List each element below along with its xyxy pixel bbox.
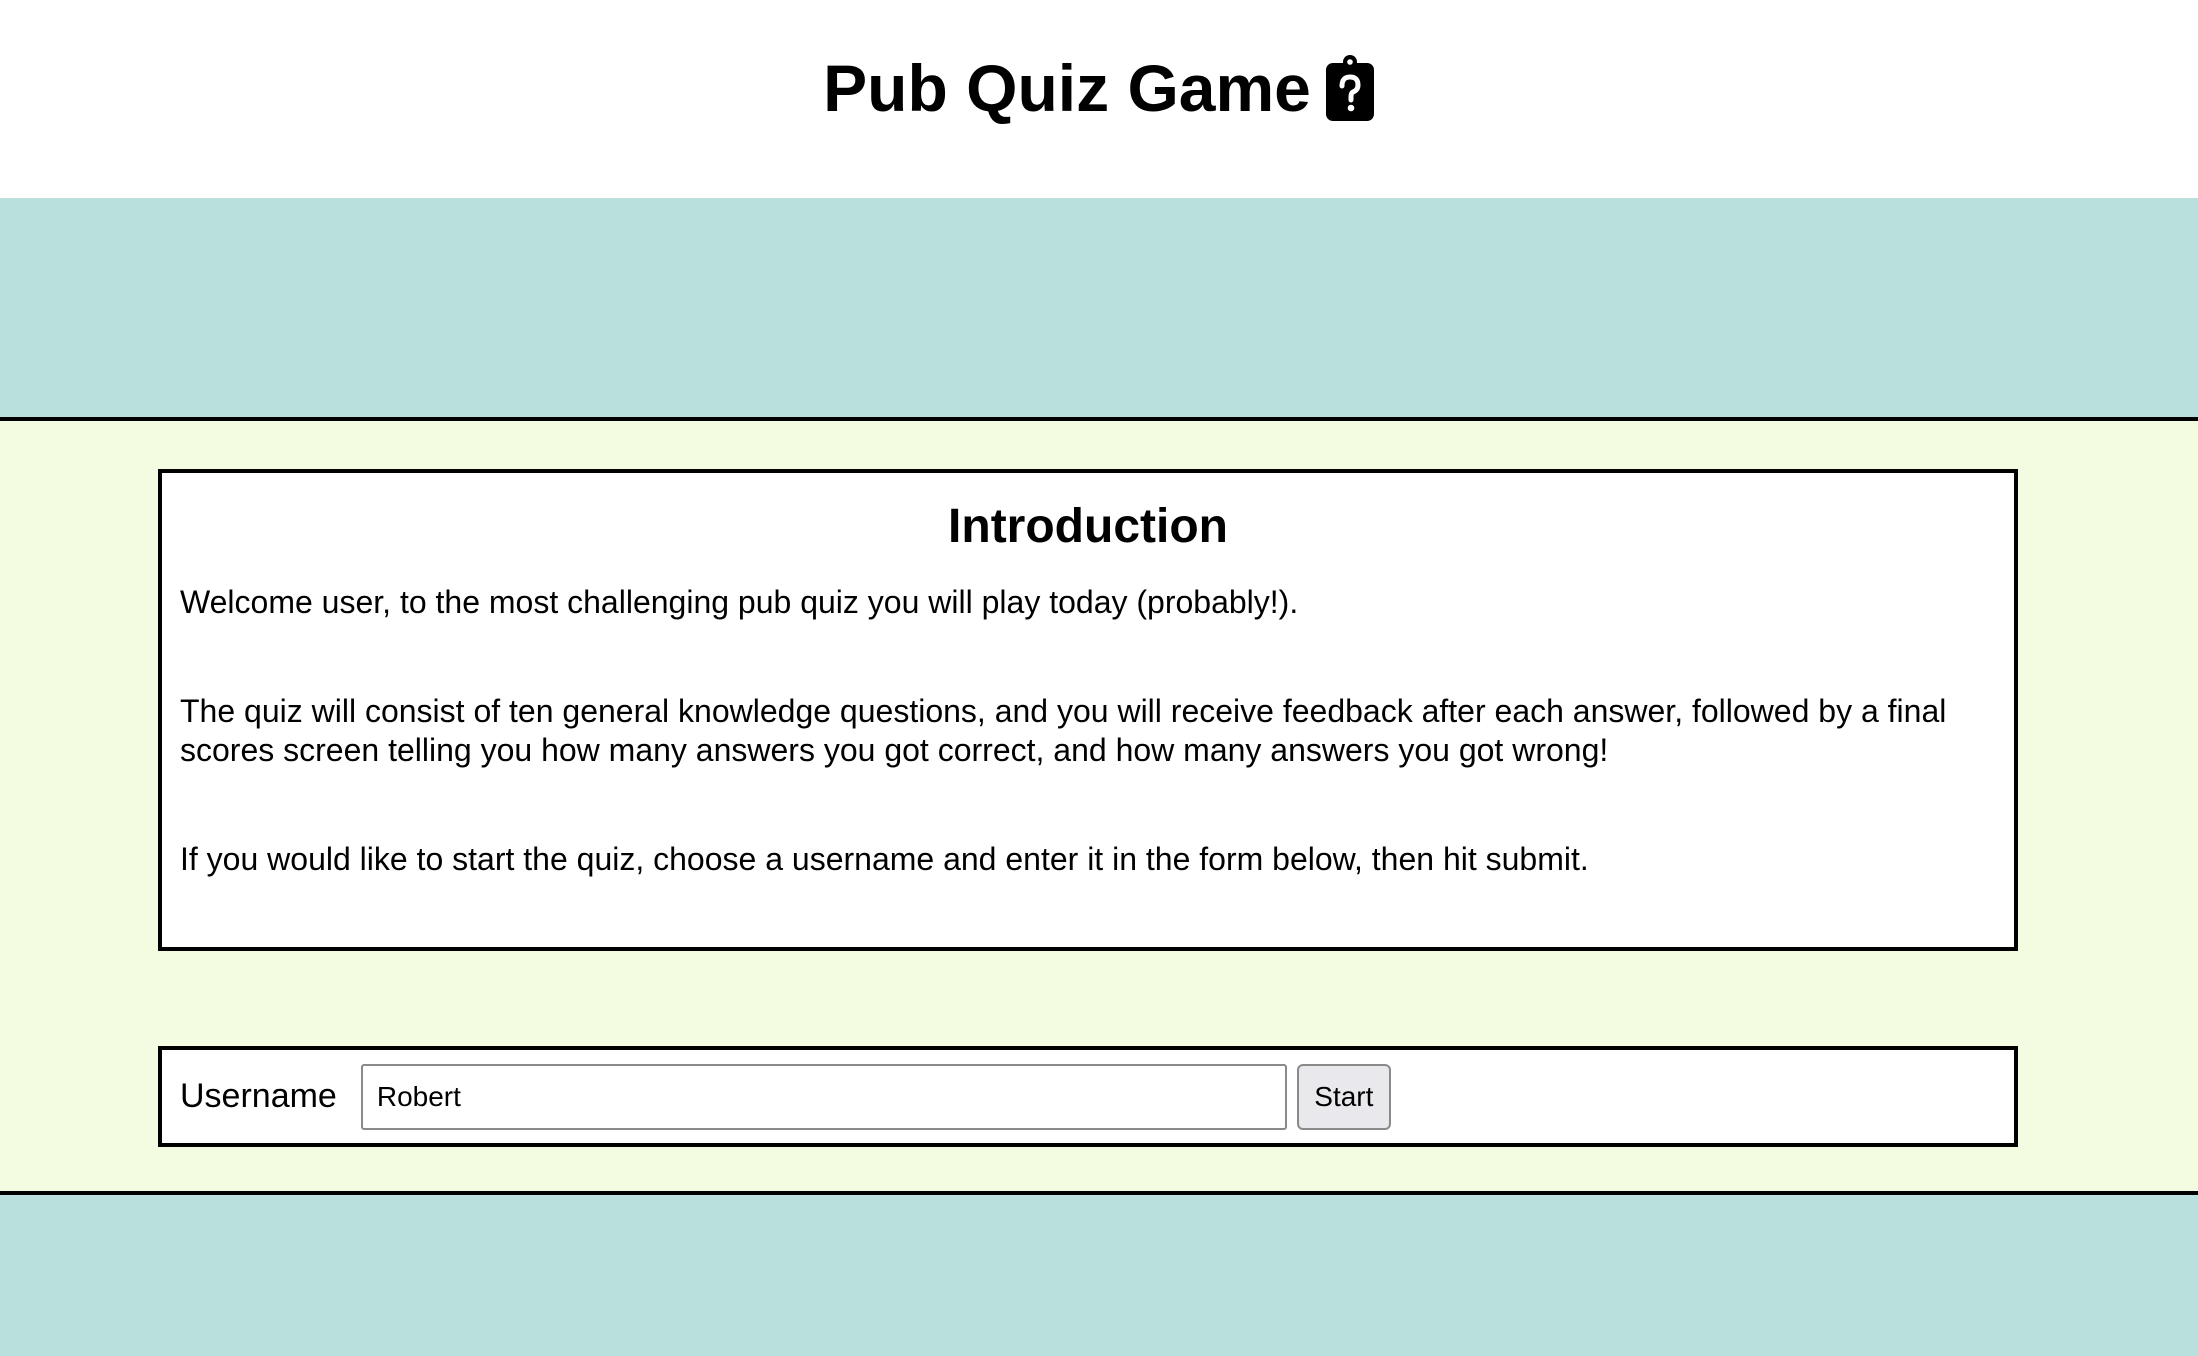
introduction-heading: Introduction — [948, 500, 1228, 553]
top-band — [0, 198, 2198, 417]
start-button[interactable]: Start — [1296, 1063, 1391, 1130]
clipboard-question-icon — [1325, 55, 1374, 121]
title-wrap: Pub Quiz Game — [823, 50, 1375, 126]
bottom-band — [0, 1195, 2198, 1356]
page-header: Pub Quiz Game — [0, 0, 2198, 198]
intro-paragraph-welcome: Welcome user, to the most challenging pu… — [180, 584, 1299, 620]
username-input[interactable] — [360, 1063, 1287, 1130]
page-title: Pub Quiz Game — [823, 51, 1311, 125]
intro-paragraph-rules: The quiz will consist of ten general kno… — [180, 693, 1947, 768]
username-form: Username Start — [158, 1046, 2018, 1147]
intro-paragraph-instructions: If you would like to start the quiz, cho… — [180, 841, 1589, 877]
introduction-box: Introduction Welcome user, to the most c… — [158, 469, 2018, 951]
username-label: Username — [180, 1077, 337, 1115]
